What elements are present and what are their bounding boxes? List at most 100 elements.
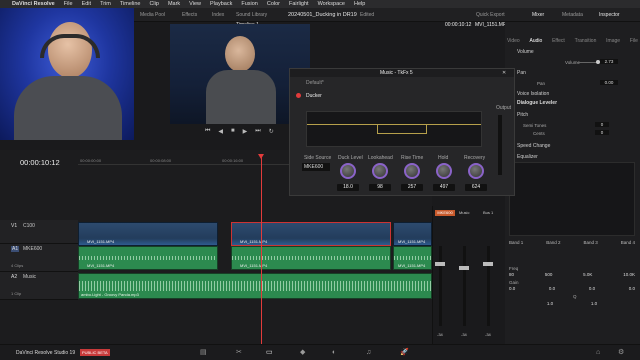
voice-isolation-section[interactable]: Voice Isolation — [517, 91, 549, 97]
fader-track[interactable] — [463, 246, 466, 326]
media-pool-button[interactable]: Media Pool — [140, 12, 165, 18]
dialogue-leveler-section[interactable]: Dialogue Leveler — [517, 100, 557, 106]
video-clip[interactable]: MVI_1151.MP4 — [393, 222, 432, 246]
band-1-freq[interactable]: 80 — [509, 272, 514, 277]
inspector-button[interactable]: Inspector — [599, 12, 620, 18]
volume-section[interactable]: Volume — [517, 49, 534, 55]
fader-handle[interactable] — [483, 262, 493, 266]
lookahead-value[interactable]: 98 — [369, 184, 391, 191]
menu-edit[interactable]: Edit — [82, 1, 91, 7]
band-4-gain[interactable]: 0.0 — [629, 286, 635, 291]
menu-fusion[interactable]: Fusion — [241, 1, 258, 7]
band-4-freq[interactable]: 10.0K — [623, 272, 635, 277]
eq-graph[interactable] — [509, 162, 635, 236]
audio-clip[interactable]: MVI_1151.MP4 — [393, 246, 432, 270]
band-3-freq[interactable]: 5.0K — [583, 272, 592, 277]
cut-page-icon[interactable]: ✂ — [236, 349, 242, 356]
playhead-marker-icon[interactable] — [258, 154, 264, 159]
duck-level-value[interactable]: 18.0 — [337, 184, 359, 191]
color-page-icon[interactable]: ◐ — [332, 349, 336, 356]
band-3-q[interactable]: 1.0 — [591, 301, 597, 306]
band-1-gain[interactable]: 0.0 — [509, 286, 515, 291]
media-page-icon[interactable]: ▤ — [200, 349, 207, 356]
menu-mark[interactable]: Mark — [168, 1, 180, 7]
deliver-page-icon[interactable]: 🚀 — [400, 349, 409, 356]
volume-slider[interactable] — [577, 62, 597, 63]
hold-knob[interactable] — [436, 163, 452, 179]
fader-handle[interactable] — [435, 262, 445, 266]
preset-dropdown[interactable]: Default* — [306, 80, 324, 86]
music-clip[interactable]: ambo.Light - Groovy Panda.mp3 — [78, 273, 432, 299]
tab-file[interactable]: File — [630, 38, 638, 44]
mixer-channel-music[interactable]: Music — [459, 210, 469, 215]
index-button[interactable]: Index — [212, 12, 224, 18]
band-2-freq[interactable]: 500 — [545, 272, 553, 277]
plugin-enable-toggle[interactable] — [296, 93, 301, 98]
close-icon[interactable]: ✕ — [502, 70, 506, 76]
playhead[interactable] — [261, 154, 262, 344]
speed-change-section[interactable]: Speed Change — [517, 143, 550, 149]
home-icon[interactable]: ⌂ — [596, 349, 600, 356]
mixer-button[interactable]: Mixer — [532, 12, 544, 18]
audio-clip[interactable]: MVI_1151.MP4 — [231, 246, 391, 270]
sound-library-button[interactable]: Sound Library — [236, 12, 267, 18]
cents-value[interactable]: 0 — [595, 130, 609, 135]
semi-tones-value[interactable]: 0 — [595, 122, 609, 127]
band-3-gain[interactable]: 0.0 — [589, 286, 595, 291]
menu-playback[interactable]: Playback — [210, 1, 232, 7]
menu-fairlight[interactable]: Fairlight — [289, 1, 309, 7]
rise-time-value[interactable]: 257 — [401, 184, 423, 191]
plugin-titlebar[interactable]: Music - TkFx 5 ✕ — [290, 69, 514, 77]
metadata-button[interactable]: Metadata — [562, 12, 583, 18]
menu-clip[interactable]: Clip — [149, 1, 158, 7]
rise-time-knob[interactable] — [404, 163, 420, 179]
band-2-q[interactable]: 1.0 — [547, 301, 553, 306]
menu-timeline[interactable]: Timeline — [120, 1, 141, 7]
menu-color[interactable]: Color — [267, 1, 280, 7]
band-4-label[interactable]: Band 4 — [621, 240, 635, 245]
recovery-value[interactable]: 624 — [465, 184, 487, 191]
mixer-channel-mke600[interactable]: MKE600 — [435, 210, 455, 216]
duck-level-knob[interactable] — [340, 163, 356, 179]
skip-back-icon[interactable]: ⏮ — [205, 128, 210, 136]
fusion-page-icon[interactable]: ◆ — [300, 349, 305, 356]
skip-forward-icon[interactable]: ⏭ — [255, 128, 260, 136]
band-3-label[interactable]: Band 3 — [583, 240, 597, 245]
band-2-gain[interactable]: 0.0 — [549, 286, 555, 291]
pitch-section[interactable]: Pitch — [517, 112, 528, 118]
lookahead-knob[interactable] — [372, 163, 388, 179]
pan-section[interactable]: Pan — [517, 70, 526, 76]
play-icon[interactable]: ▶ — [243, 128, 248, 136]
pan-value[interactable]: 0.00 — [600, 80, 618, 85]
app-menu[interactable]: DaVinci Resolve — [12, 1, 55, 7]
tab-image[interactable]: Image — [606, 38, 620, 44]
stop-icon[interactable]: ■ — [231, 128, 235, 136]
menu-help[interactable]: Help — [354, 1, 365, 7]
menu-trim[interactable]: Trim — [100, 1, 111, 7]
fairlight-page-icon[interactable]: ♫ — [366, 349, 371, 356]
effects-button[interactable]: Effects — [182, 12, 197, 18]
video-clip[interactable]: MVI_1151.MP4 — [78, 222, 218, 246]
band-1-label[interactable]: Band 1 — [509, 240, 523, 245]
menu-workspace[interactable]: Workspace — [318, 1, 345, 7]
fader-track[interactable] — [439, 246, 442, 326]
menu-file[interactable]: File — [64, 1, 73, 7]
mixer-channel-bus1[interactable]: Bus 1 — [483, 210, 493, 215]
volume-value[interactable]: 2.73 — [600, 59, 618, 64]
equalizer-section[interactable]: Equalizer — [517, 154, 538, 160]
tab-audio[interactable]: Audio — [530, 38, 543, 44]
tab-video[interactable]: Video — [507, 38, 520, 44]
edit-page-icon[interactable]: ▭ — [266, 349, 273, 356]
fader-handle[interactable] — [459, 266, 469, 270]
settings-gear-icon[interactable]: ⚙ — [618, 349, 624, 356]
recovery-knob[interactable] — [468, 163, 484, 179]
hold-value[interactable]: 497 — [433, 184, 455, 191]
quick-export-button[interactable]: Quick Export — [476, 12, 505, 18]
fader-track[interactable] — [487, 246, 490, 326]
video-clip[interactable]: MVI_1151.MP4 — [231, 222, 391, 246]
audio-clip[interactable]: MVI_1151.MP4 — [78, 246, 218, 270]
loop-icon[interactable]: ↻ — [269, 128, 274, 136]
side-source-dropdown[interactable]: MKE600 — [302, 163, 330, 171]
play-reverse-icon[interactable]: ◀ — [218, 128, 223, 136]
tab-effect[interactable]: Effect — [552, 38, 565, 44]
